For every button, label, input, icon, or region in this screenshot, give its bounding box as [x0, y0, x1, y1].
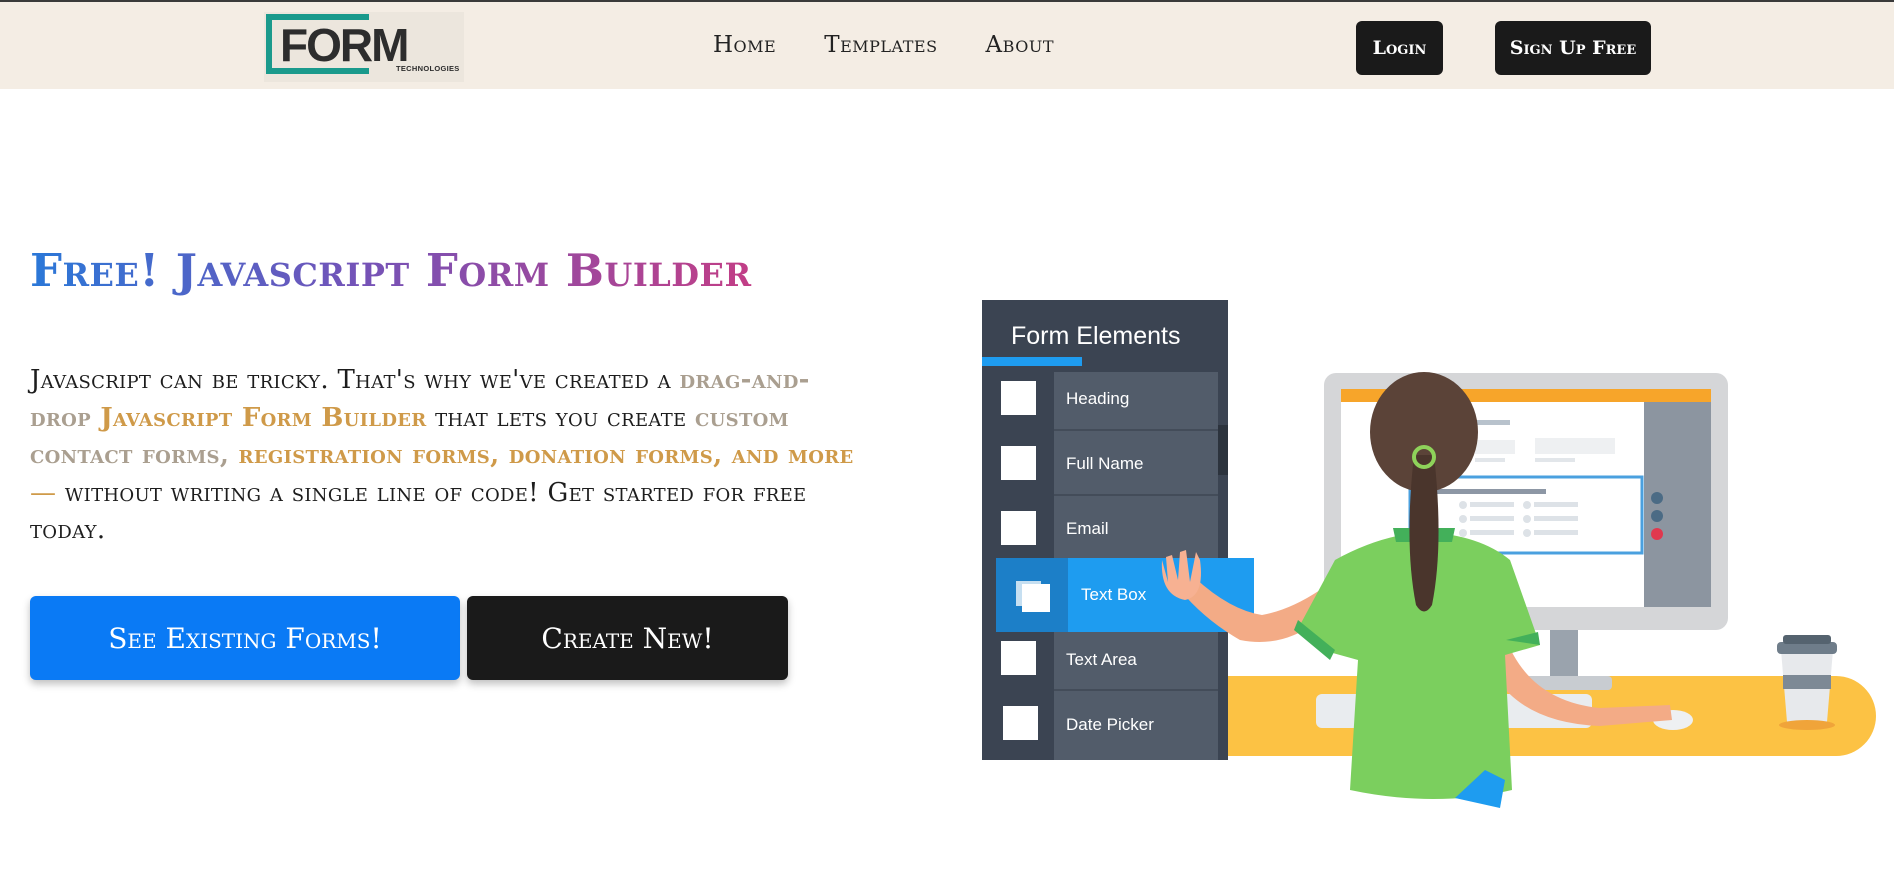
desc-text: without writing a single line of code! G…	[30, 477, 807, 546]
panel-title: Form Elements	[1011, 322, 1180, 350]
panel-item-text-box: Text Box	[1081, 585, 1147, 604]
logo-word: FORM	[280, 19, 409, 71]
login-button[interactable]: Login	[1356, 21, 1443, 75]
desc-text: that lets you create	[426, 402, 696, 433]
hero-description: Javascript can be tricky. That's why we'…	[30, 362, 870, 550]
nav-link-templates[interactable]: Templates	[824, 32, 937, 58]
hero-title: Free! Javascript Form Builder	[30, 244, 752, 297]
panel-item-text-area: Text Area	[1066, 650, 1137, 669]
navbar: FORM TECHNOLOGIES Home Templates About L…	[0, 2, 1894, 89]
panel-item-full-name: Full Name	[1066, 454, 1143, 473]
nav-link-about[interactable]: About	[986, 32, 1054, 58]
main-nav: Home Templates About	[713, 32, 1054, 58]
logo-subtext: TECHNOLOGIES	[396, 64, 460, 73]
logo[interactable]: FORM TECHNOLOGIES	[264, 12, 464, 82]
hero-illustration: Form Elements Heading Full Name Email Te…	[982, 300, 1876, 808]
desc-highlight: Javascript Form Builder	[90, 402, 427, 433]
nav-link-home[interactable]: Home	[713, 32, 776, 58]
panel-item-email: Email	[1066, 519, 1109, 538]
form-elements-panel	[982, 300, 1254, 760]
see-existing-forms-button[interactable]: See Existing Forms!	[30, 596, 460, 680]
desc-dash: —	[30, 477, 57, 508]
signup-button[interactable]: Sign Up Free	[1495, 21, 1651, 75]
panel-item-heading: Heading	[1066, 389, 1129, 408]
desc-highlight: registration forms, donation forms, and …	[229, 440, 854, 470]
create-new-button[interactable]: Create New!	[467, 596, 788, 680]
panel-item-date-picker: Date Picker	[1066, 715, 1154, 734]
desc-text: Javascript can be tricky. That's why we'…	[30, 365, 680, 395]
